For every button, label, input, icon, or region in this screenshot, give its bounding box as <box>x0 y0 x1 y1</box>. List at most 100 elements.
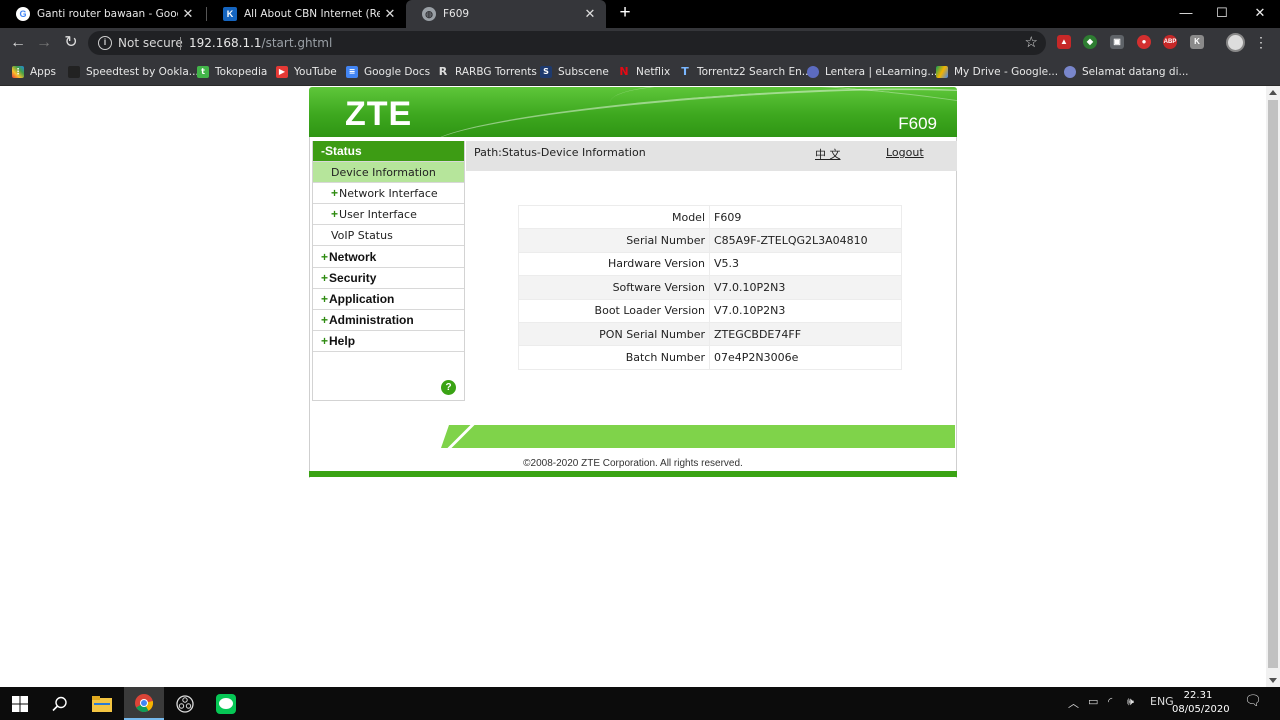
menu-item-network-interface[interactable]: + Network Interface <box>313 183 464 204</box>
taskbar-obs[interactable] <box>165 687 205 720</box>
plus-icon: + <box>331 207 339 221</box>
file-explorer-icon <box>92 695 112 712</box>
chrome-icon <box>135 693 153 712</box>
netflix-icon: N <box>618 65 630 78</box>
notifications-icon[interactable]: 🗨 <box>1244 693 1262 709</box>
bookmark-netflix[interactable]: N Netflix <box>618 64 670 80</box>
table-row: Model F609 <box>518 204 902 230</box>
bookmark-selamat-datang[interactable]: Selamat datang di... <box>1064 64 1189 80</box>
reload-button[interactable]: ↻ <box>60 33 82 53</box>
subscene-icon: S <box>540 66 552 78</box>
bookmark-lentera[interactable]: Lentera | eLearning... <box>807 64 937 80</box>
footer-decoration <box>441 425 449 448</box>
menu-item-voip-status[interactable]: VoIP Status <box>313 225 464 246</box>
maximize-button[interactable]: ☐ <box>1202 0 1242 28</box>
extension-badge-icon[interactable]: ● <box>1137 35 1151 49</box>
taskbar-file-explorer[interactable] <box>82 687 122 720</box>
bookmarks-bar: ⋮ Apps Speedtest by Ookla... t Tokopedia ▶… <box>0 58 1280 86</box>
bookmark-subscene[interactable]: S Subscene <box>540 64 609 80</box>
menu-item-user-interface[interactable]: + User Interface <box>313 204 464 225</box>
close-tab-icon[interactable]: ✕ <box>178 6 198 22</box>
close-window-button[interactable]: ✕ <box>1240 0 1280 28</box>
menu-help[interactable]: + Help <box>313 331 464 352</box>
back-button[interactable]: ← <box>7 33 29 53</box>
plus-icon: + <box>321 334 329 348</box>
url-text[interactable]: 192.168.1.1/start.ghtml <box>189 36 332 50</box>
google-docs-icon: ≡ <box>346 66 358 78</box>
taskbar-search-button[interactable] <box>40 687 80 720</box>
minimize-button[interactable]: — <box>1166 0 1206 28</box>
scroll-down-arrow-icon[interactable] <box>1269 678 1277 683</box>
taskbar-clock[interactable]: 22.31 08/05/2020 <box>1172 689 1230 717</box>
globe-icon <box>1064 66 1076 78</box>
volume-icon[interactable]: 🕪 <box>1127 695 1134 709</box>
obs-icon <box>176 694 194 713</box>
extension-icon[interactable]: ◆ <box>1083 35 1097 49</box>
windows-start-button[interactable] <box>0 687 40 720</box>
extension-icon[interactable]: ▣ <box>1110 35 1124 49</box>
field-value: V7.0.10P2N3 <box>709 275 902 300</box>
taskbar-line[interactable] <box>206 687 246 720</box>
page-scrollbar[interactable] <box>1266 86 1280 687</box>
logout-link[interactable]: Logout <box>886 146 924 159</box>
bookmark-apps[interactable]: ⋮ Apps <box>12 64 56 80</box>
bookmark-star-icon[interactable]: ☆ <box>1025 33 1038 51</box>
input-language[interactable]: ENG <box>1150 695 1174 708</box>
help-question-icon[interactable]: ? <box>441 380 456 395</box>
new-tab-button[interactable]: + <box>614 2 636 26</box>
bookmark-google-docs[interactable]: ≡ Google Docs <box>346 64 430 80</box>
wifi-icon[interactable]: ◜ <box>1108 695 1112 708</box>
tab-cbn-forum[interactable]: K All About CBN Internet (Reborn) ✕ <box>207 0 406 28</box>
field-label: PON Serial Number <box>518 321 710 347</box>
forum-icon: K <box>223 7 237 21</box>
menu-item-device-information[interactable]: Device Information <box>313 162 464 183</box>
field-label: Hardware Version <box>518 251 710 277</box>
tab-title: All About CBN Internet (Reborn) <box>244 8 380 20</box>
forward-button[interactable]: → <box>33 33 55 53</box>
tab-f609[interactable]: ◍ F609 ✕ <box>406 0 606 28</box>
field-value: ZTEGCBDE74FF <box>709 321 902 347</box>
scroll-up-arrow-icon[interactable] <box>1269 90 1277 95</box>
apps-grid-icon: ⋮ <box>12 66 24 78</box>
tab-title: F609 <box>443 8 470 20</box>
router-header-banner: ZTE F609 <box>309 87 957 137</box>
scrollbar-thumb[interactable] <box>1268 100 1278 668</box>
table-row: Software Version V7.0.10P2N3 <box>518 275 902 300</box>
clock-date: 08/05/2020 <box>1172 704 1230 715</box>
lentera-icon <box>807 66 819 78</box>
close-tab-icon[interactable]: ✕ <box>380 6 400 22</box>
bookmark-tokopedia[interactable]: t Tokopedia <box>197 64 267 80</box>
bookmark-youtube[interactable]: ▶ YouTube <box>276 64 337 80</box>
globe-icon: ◍ <box>422 7 436 21</box>
chrome-menu-icon[interactable]: ⋮ <box>1254 33 1268 53</box>
youtube-icon: ▶ <box>276 66 288 78</box>
adblock-icon[interactable]: ABP <box>1163 35 1177 49</box>
profile-avatar[interactable] <box>1226 33 1245 52</box>
field-label: Software Version <box>518 275 710 300</box>
close-tab-icon[interactable]: ✕ <box>580 6 600 22</box>
menu-administration[interactable]: + Administration <box>313 310 464 331</box>
url-host: 192.168.1.1 <box>189 36 262 50</box>
menu-network[interactable]: + Network <box>313 247 464 268</box>
show-hidden-icons-chevron-up-icon[interactable]: ︿ <box>1068 695 1079 711</box>
taskbar-chrome[interactable] <box>124 687 164 720</box>
menu-application[interactable]: + Application <box>313 289 464 310</box>
table-row: Batch Number 07e4P2N3006e <box>518 345 902 370</box>
bookmark-rarbg[interactable]: R RARBG Torrents <box>437 64 537 80</box>
menu-status[interactable]: -Status <box>313 141 464 162</box>
pdf-extension-icon[interactable]: ▲ <box>1057 35 1071 49</box>
bookmark-torrentz2[interactable]: T Torrentz2 Search En... <box>679 64 812 80</box>
field-label: Serial Number <box>518 228 710 253</box>
battery-icon[interactable]: ▭ <box>1088 695 1098 708</box>
tab-title: Ganti router bawaan - Google Se <box>37 8 178 20</box>
bookmark-speedtest[interactable]: Speedtest by Ookla... <box>68 64 199 80</box>
address-bar[interactable]: i Not secure 192.168.1.1/start.ghtml ☆ <box>88 31 1046 55</box>
language-link[interactable]: 中 文 <box>815 146 841 162</box>
info-icon[interactable]: i <box>98 36 112 50</box>
menu-security[interactable]: + Security <box>313 268 464 289</box>
plus-icon: + <box>321 250 329 264</box>
bookmark-google-drive[interactable]: My Drive - Google... <box>936 64 1058 80</box>
plus-icon: + <box>321 292 329 306</box>
extension-icon[interactable]: K <box>1190 35 1204 49</box>
tab-google-search[interactable]: G Ganti router bawaan - Google Se ✕ <box>0 0 204 28</box>
